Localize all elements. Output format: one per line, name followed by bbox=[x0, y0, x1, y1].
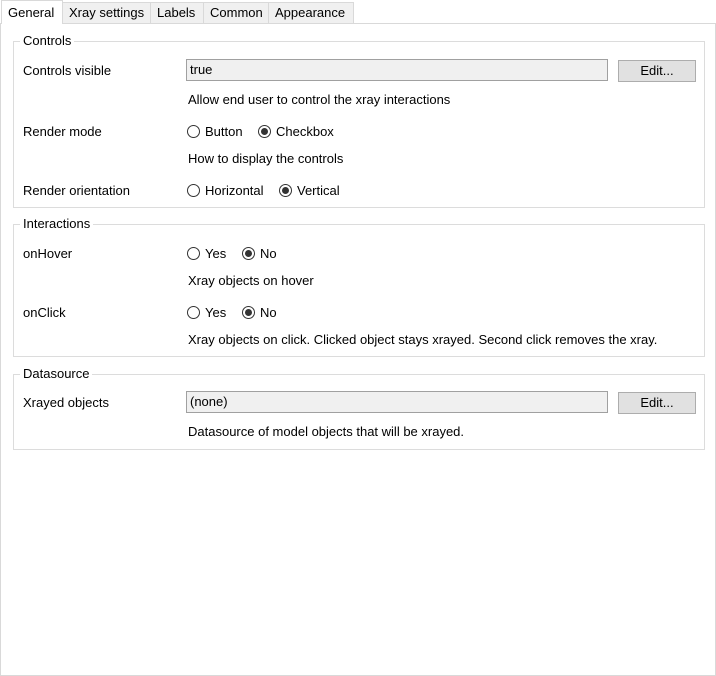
on-click-no-radio[interactable]: No bbox=[242, 303, 277, 321]
interactions-group-title: Interactions bbox=[20, 216, 94, 232]
on-hover-no-label: No bbox=[260, 245, 277, 261]
render-mode-checkbox-label: Checkbox bbox=[276, 123, 334, 139]
on-hover-yes-label: Yes bbox=[205, 245, 227, 261]
on-click-yes-label: Yes bbox=[205, 304, 227, 320]
orientation-horizontal-label: Horizontal bbox=[205, 182, 264, 198]
on-hover-hint: Xray objects on hover bbox=[188, 273, 314, 288]
on-click-no-label: No bbox=[260, 304, 277, 320]
tab-appearance[interactable]: Appearance bbox=[268, 2, 354, 23]
controls-visible-field[interactable]: true bbox=[186, 59, 608, 81]
radio-checked-icon bbox=[279, 183, 292, 197]
radio-checked-icon bbox=[242, 246, 255, 260]
controls-group-title: Controls bbox=[20, 33, 75, 49]
on-click-yes-radio[interactable]: Yes bbox=[187, 303, 226, 321]
orientation-vertical-radio[interactable]: Vertical bbox=[279, 181, 340, 199]
controls-visible-label: Controls visible bbox=[23, 63, 112, 78]
render-mode-button-label: Button bbox=[205, 123, 243, 139]
controls-visible-edit-button[interactable]: Edit... bbox=[618, 60, 696, 82]
xrayed-objects-edit-button[interactable]: Edit... bbox=[618, 392, 696, 414]
tab-general[interactable]: General bbox=[1, 0, 63, 24]
on-hover-label: onHover bbox=[23, 246, 73, 261]
controls-group: Controls Controls visible true Edit... A… bbox=[13, 33, 705, 208]
tab-labels[interactable]: Labels bbox=[150, 2, 204, 23]
tab-page-general: Controls Controls visible true Edit... A… bbox=[0, 23, 716, 676]
tab-xray-settings[interactable]: Xray settings bbox=[62, 2, 151, 23]
xrayed-objects-field[interactable]: (none) bbox=[186, 391, 608, 413]
on-hover-no-radio[interactable]: No bbox=[242, 244, 277, 262]
xrayed-objects-label: Xrayed objects bbox=[23, 395, 109, 410]
interactions-group: Interactions onHover Yes No Xray objects… bbox=[13, 216, 705, 357]
datasource-group: Datasource Xrayed objects (none) Edit...… bbox=[13, 366, 705, 450]
render-orientation-label: Render orientation bbox=[23, 183, 130, 198]
tab-common[interactable]: Common bbox=[203, 2, 269, 23]
datasource-group-title: Datasource bbox=[20, 366, 93, 382]
radio-unchecked-icon bbox=[187, 246, 200, 260]
render-mode-label: Render mode bbox=[23, 124, 102, 139]
render-mode-button-radio[interactable]: Button bbox=[187, 122, 243, 140]
on-click-hint: Xray objects on click. Clicked object st… bbox=[188, 332, 658, 347]
on-click-label: onClick bbox=[23, 305, 66, 320]
orientation-horizontal-radio[interactable]: Horizontal bbox=[187, 181, 264, 199]
render-mode-checkbox-radio[interactable]: Checkbox bbox=[258, 122, 334, 140]
radio-unchecked-icon bbox=[187, 183, 200, 197]
on-hover-yes-radio[interactable]: Yes bbox=[187, 244, 226, 262]
render-mode-hint: How to display the controls bbox=[188, 151, 344, 166]
orientation-vertical-label: Vertical bbox=[297, 182, 340, 198]
controls-visible-hint: Allow end user to control the xray inter… bbox=[188, 92, 451, 107]
radio-checked-icon bbox=[258, 124, 271, 138]
tab-strip: Xray settings Labels Common Appearance G… bbox=[0, 0, 716, 24]
radio-unchecked-icon bbox=[187, 124, 200, 138]
radio-unchecked-icon bbox=[187, 305, 200, 319]
radio-checked-icon bbox=[242, 305, 255, 319]
xrayed-objects-hint: Datasource of model objects that will be… bbox=[188, 424, 465, 439]
